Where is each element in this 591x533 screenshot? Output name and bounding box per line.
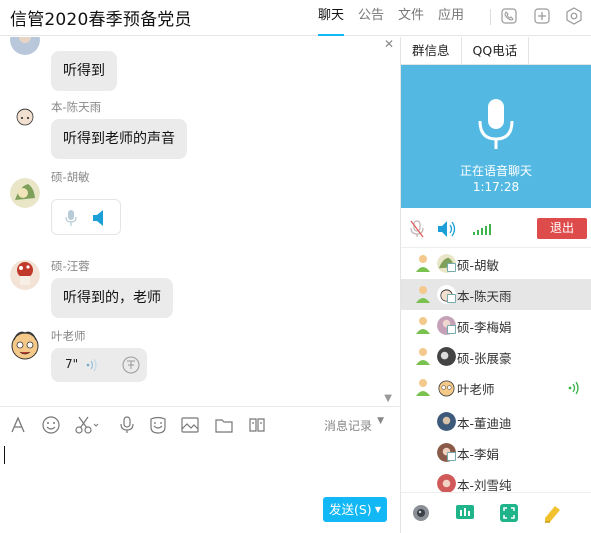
sender-name: 本-陈天雨 [51,100,102,114]
sender-name: 叶老师 [51,329,86,343]
member-status-icon [416,379,430,396]
add-icon[interactable] [532,6,552,26]
member-status-icon [416,348,430,365]
message-bubble[interactable]: 听得到的，老师 [51,278,173,318]
member-name: 本-董迪迪 [457,416,512,431]
call-tools-bar [401,492,591,533]
text-caret [4,446,5,464]
message-bubble[interactable]: 听得到老师的声音 [51,119,187,159]
image-icon[interactable] [180,415,200,435]
member-item[interactable]: 本-董迪迪 [401,406,591,437]
send-button[interactable]: 发送(S) ▼ [323,497,387,522]
avatar[interactable] [10,37,40,55]
camera-icon[interactable] [411,503,431,523]
avatar[interactable] [10,260,40,290]
member-name: 硕-张展豪 [457,351,512,366]
member-name: 硕-胡敏 [457,258,500,273]
member-item[interactable]: 本-李娟 [401,437,591,468]
group-title: 信管2020春季预备党员 [10,10,192,30]
tab-apps[interactable]: 应用 [438,0,464,36]
member-name: 本-刘雪纯 [457,478,512,492]
member-item[interactable]: 硕-李梅娟 [401,310,591,341]
chat-header: 信管2020春季预备党员 聊天 公告 文件 应用 [0,0,591,36]
sender-name: 硕-汪蓉 [51,259,90,273]
voice-chat-panel: 正在语音聊天 1:17:28 [401,65,591,208]
emoji-icon[interactable] [41,415,61,435]
member-name: 本-李娟 [457,447,500,462]
tab-announcement[interactable]: 公告 [358,0,384,36]
scissors-icon[interactable] [74,415,100,435]
header-separator [490,9,491,25]
avatar [437,347,456,366]
member-status-icon [416,317,430,334]
mic-icon [65,210,77,226]
member-item[interactable]: 本-刘雪纯 [401,468,591,492]
phone-icon[interactable] [499,6,519,26]
chevron-down-icon[interactable]: ▼ [377,416,384,426]
badge-icon [447,452,456,461]
chat-message-area[interactable]: ✕ 听得到 本-陈天雨 听得到老师的声音 硕-胡敏 硕-汪蓉 听得到的，老师 叶… [0,37,400,406]
chevron-down-icon[interactable]: ▼ [384,393,392,404]
tab-files[interactable]: 文件 [398,0,424,36]
voice-duration: 7" [65,357,79,371]
speaking-indicator-icon [568,381,579,395]
member-name: 本-陈天雨 [457,289,512,304]
voice-message-bubble[interactable]: 7" [51,348,147,382]
message-bubble[interactable]: 听得到 [51,51,117,91]
avatar[interactable] [10,178,40,208]
member-name: 硕-李梅娟 [457,320,512,335]
member-item[interactable]: 本-陈天雨 [401,279,591,310]
tab-qq-call[interactable]: QQ电话 [462,37,530,64]
more-icon[interactable] [247,415,267,435]
mic-icon[interactable] [117,415,137,435]
avatar[interactable] [10,330,40,360]
avatar [438,380,455,397]
voice-controls: 退出 [401,208,591,248]
input-toolbar: 消息记录 ▼ [0,406,400,442]
sticker-icon[interactable] [148,415,168,435]
member-item[interactable]: 硕-胡敏 [401,248,591,279]
chevron-down-icon[interactable]: ▼ [375,497,381,522]
member-status-icon [416,255,430,272]
member-item[interactable]: 硕-张展豪 [401,341,591,372]
badge-icon [447,325,456,334]
speaker-icon [93,210,103,226]
screen-share-icon[interactable] [455,503,475,523]
send-button-label: 发送(S) [329,502,372,517]
voice-status: 正在语音聊天 [459,164,532,178]
exit-call-button[interactable]: 退出 [537,218,587,239]
header-tabs: 聊天 公告 文件 应用 [318,0,478,36]
member-status-icon [416,286,430,303]
avatar [437,474,456,492]
font-icon[interactable] [8,415,28,435]
tab-group-info[interactable]: 群信息 [401,37,462,64]
avatar [437,412,456,431]
message-input[interactable] [0,442,400,492]
speech-to-text-icon[interactable] [121,355,141,375]
folder-icon[interactable] [214,415,234,435]
voice-member-list[interactable]: 硕-胡敏 本-陈天雨 硕-李梅娟 硕-张展豪 叶老师 本-董迪迪 本-李娟 本-… [401,248,591,492]
member-name: 叶老师 [457,382,495,397]
mic-icon [478,99,514,149]
fullscreen-icon[interactable] [499,503,519,523]
member-item[interactable]: 叶老师 [401,372,591,403]
speaker-icon[interactable] [437,219,457,239]
right-panel-tabs: 群信息 QQ电话 [401,37,591,65]
voice-timer: 1:17:28 [472,180,520,194]
badge-icon [447,294,456,303]
voice-wave-icon [86,358,97,372]
audio-status-bubble[interactable] [51,199,121,235]
tab-chat[interactable]: 聊天 [318,0,345,36]
settings-icon[interactable] [564,6,584,26]
sender-name: 硕-胡敏 [51,170,90,184]
badge-icon [447,263,456,272]
signal-strength-icon [473,224,491,235]
whiteboard-pen-icon[interactable] [543,503,563,523]
message-history-link[interactable]: 消息记录 [324,417,372,434]
avatar[interactable] [10,101,40,131]
mic-muted-icon[interactable] [409,219,425,239]
close-icon[interactable]: ✕ [384,37,394,51]
